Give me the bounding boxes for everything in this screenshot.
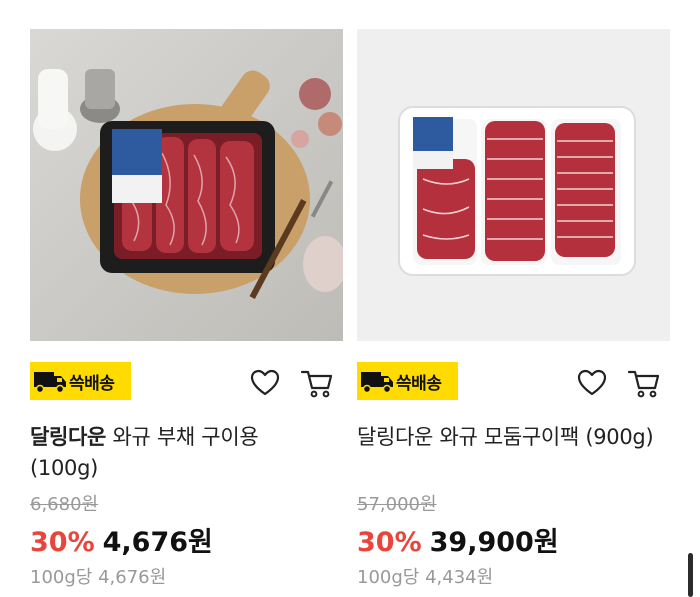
original-price: 6,680원 [30,494,99,515]
product-card-2[interactable]: 쓱배송 [357,29,670,400]
original-price: 57,000원 [357,494,437,515]
price-line: 30% 4,676원 [30,520,213,559]
product-image[interactable] [357,29,670,341]
cart-icon[interactable] [300,366,334,400]
product-title[interactable]: 달링다운 와규 모둠구이팩 (900g) [357,422,657,453]
heart-icon[interactable] [576,367,608,399]
delivery-truck-icon [34,372,66,394]
product-name: 달링다운 와규 모둠구이팩 (900g) [357,425,654,449]
scrollbar[interactable] [688,553,693,597]
cart-icon[interactable] [627,366,661,400]
unit-price: 100g당 4,434원 [357,567,494,588]
product-card-1[interactable]: 쓱배송 [30,29,343,400]
delivery-badge: 쓱배송 [30,362,131,400]
price-line: 30% 39,900원 [357,520,559,559]
product-title[interactable]: 달링다운 와규 부채 구이용 (100g) [30,422,330,484]
delivery-badge-label: 쓱배송 [396,373,442,394]
product-photo-art [398,106,636,276]
sale-price: 4,676원 [102,527,213,558]
discount-rate: 30% [30,527,95,558]
delivery-truck-icon [361,372,393,394]
delivery-badge: 쓱배송 [357,362,458,400]
discount-rate: 30% [357,527,422,558]
product-brand: 달링다운 [30,425,107,449]
heart-icon[interactable] [249,367,281,399]
card-actions: 쓱배송 [357,341,670,400]
sale-price: 39,900원 [429,527,559,558]
card-actions: 쓱배송 [30,341,343,400]
delivery-badge-label: 쓱배송 [69,373,115,394]
unit-price: 100g당 4,676원 [30,567,167,588]
product-photo-art [33,69,343,299]
product-image[interactable] [30,29,343,341]
